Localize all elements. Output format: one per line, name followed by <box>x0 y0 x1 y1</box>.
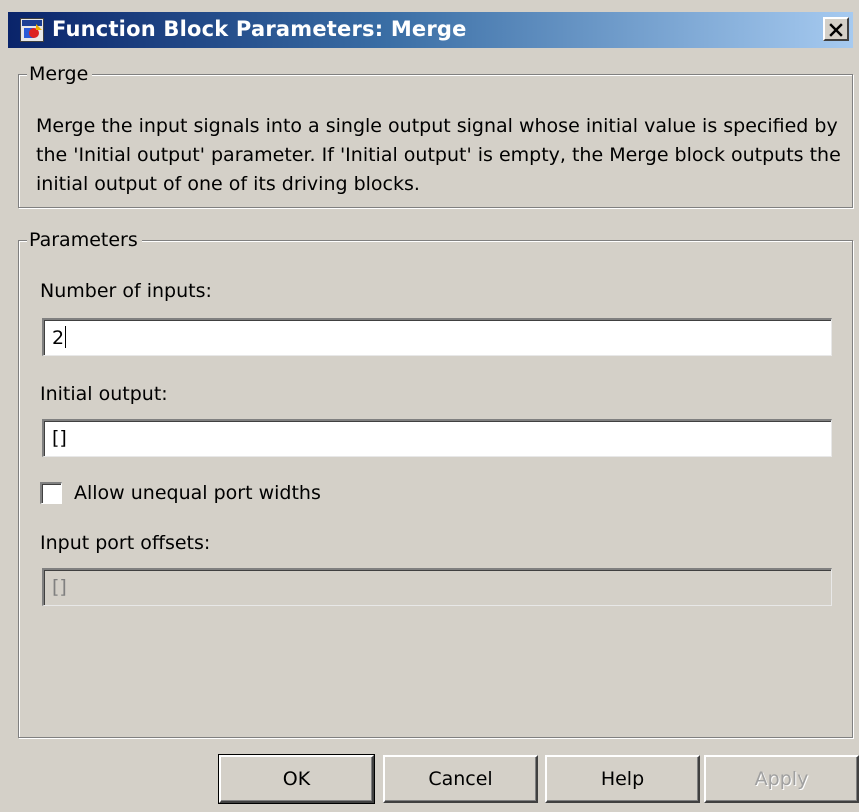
description-group-legend: Merge <box>27 63 93 85</box>
simulink-block-icon <box>20 18 44 42</box>
number-of-inputs-value: 2 <box>52 327 65 349</box>
window-title: Function Block Parameters: Merge <box>52 17 467 41</box>
help-button[interactable]: Help <box>545 755 700 803</box>
close-button[interactable] <box>823 17 849 41</box>
input-port-offsets-label: Input port offsets: <box>40 532 211 554</box>
title-bar[interactable]: Function Block Parameters: Merge <box>8 12 853 48</box>
input-port-offsets-field: [] <box>42 568 832 606</box>
number-of-inputs-field[interactable]: 2 <box>42 318 832 356</box>
initial-output-value: [] <box>52 427 67 449</box>
allow-unequal-port-widths-checkbox[interactable] <box>40 482 62 504</box>
text-caret <box>65 326 67 348</box>
parameters-group-legend: Parameters <box>27 229 142 251</box>
apply-button: Apply <box>704 755 859 803</box>
function-block-parameters-dialog: Function Block Parameters: Merge Merge M… <box>0 0 859 812</box>
initial-output-label: Initial output: <box>40 383 168 405</box>
cancel-button[interactable]: Cancel <box>383 755 538 803</box>
allow-unequal-port-widths-label[interactable]: Allow unequal port widths <box>74 482 321 504</box>
number-of-inputs-label: Number of inputs: <box>40 280 212 302</box>
input-port-offsets-value: [] <box>52 576 67 598</box>
ok-button[interactable]: OK <box>218 754 375 804</box>
initial-output-field[interactable]: [] <box>42 419 832 457</box>
block-description: Merge the input signals into a single ou… <box>36 115 841 195</box>
close-icon <box>829 22 843 41</box>
